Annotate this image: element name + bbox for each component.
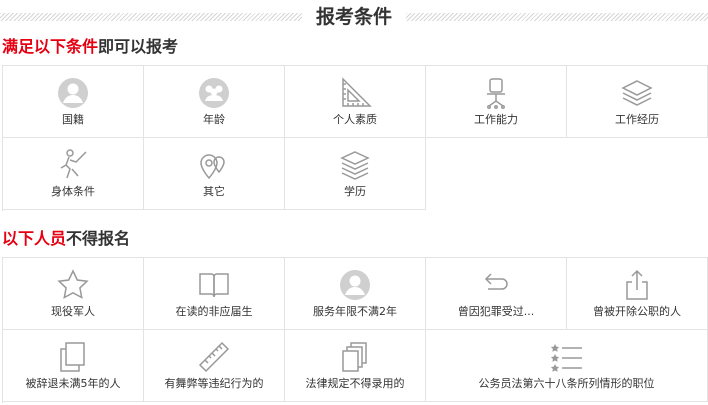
fencing-icon [56, 148, 90, 182]
ineligible-service-under-2-years[interactable]: 服务年限不满2年 [285, 258, 426, 330]
share-upload-icon [620, 268, 654, 302]
condition-education[interactable]: 学历 [285, 138, 426, 210]
copy-pages-icon [56, 340, 90, 374]
ineligible-non-graduating-student[interactable]: 在读的非应届生 [144, 258, 285, 330]
person-circle-icon [56, 76, 90, 110]
person-circle-icon [338, 268, 372, 302]
ruler-icon [197, 340, 231, 374]
section-title-bar: 报考条件 [0, 4, 708, 30]
condition-nationality[interactable]: 国籍 [3, 66, 144, 138]
ineligible-label: 现役军人 [51, 305, 95, 318]
ineligible-legally-barred[interactable]: 法律规定不得录用的 [285, 330, 426, 402]
ineligible-label: 公务员法第六十八条所列情形的职位 [478, 377, 655, 390]
title-decoration-left [0, 13, 302, 21]
ineligible-label: 在读的非应届生 [175, 305, 253, 318]
ineligible-heading-rest: 不得报名 [66, 229, 131, 248]
ineligible-dismissed-under-5-years[interactable]: 被辞退未满5年的人 [3, 330, 144, 402]
ineligible-label: 有舞弊等违纪行为的 [164, 377, 264, 390]
condition-other[interactable]: 其它 [144, 138, 285, 210]
page-title: 报考条件 [315, 6, 392, 28]
condition-label: 身体条件 [51, 185, 95, 198]
documents-icon [338, 340, 372, 374]
eligibility-heading-highlight: 满足以下条件 [2, 37, 99, 56]
condition-personal-quality[interactable]: 个人素质 [285, 66, 426, 138]
condition-label: 年龄 [203, 113, 225, 126]
ineligible-exam-misconduct[interactable]: 有舞弊等违纪行为的 [144, 330, 285, 402]
layers-icon [620, 76, 654, 110]
condition-label: 其它 [203, 185, 225, 198]
ineligible-active-military[interactable]: 现役军人 [3, 258, 144, 330]
condition-label: 个人素质 [333, 113, 377, 126]
condition-label: 工作经历 [615, 113, 659, 126]
condition-work-ability[interactable]: 工作能力 [426, 66, 567, 138]
ruler-triangle-icon [338, 76, 372, 110]
condition-physical[interactable]: 身体条件 [3, 138, 144, 210]
office-chair-icon [479, 76, 513, 110]
ineligible-label: 曾被开除公职的人 [593, 305, 681, 318]
star-icon [56, 268, 90, 302]
open-book-icon [197, 268, 231, 302]
condition-label: 工作能力 [474, 113, 518, 126]
stacked-layers-icon [338, 148, 372, 182]
ineligible-heading: 以下人员不得报名 [2, 228, 130, 250]
condition-work-experience[interactable]: 工作经历 [567, 66, 708, 138]
group-circle-icon [197, 76, 231, 110]
eligibility-grid: 国籍 年龄 个人素质 工作能力 工作经历 身体条件 其它 学历 [2, 65, 708, 211]
ineligible-label: 曾因犯罪受过... [457, 305, 535, 318]
eligibility-heading: 满足以下条件即可以报考 [2, 36, 178, 58]
condition-age[interactable]: 年龄 [144, 66, 285, 138]
ineligible-dismissed-from-office[interactable]: 曾被开除公职的人 [567, 258, 708, 330]
return-arrow-icon [479, 268, 513, 302]
ineligible-grid: 现役军人 在读的非应届生 服务年限不满2年 曾因犯罪受过... 曾被开除公职的人… [2, 257, 708, 403]
ineligible-article-68-positions[interactable]: 公务员法第六十八条所列情形的职位 [426, 330, 708, 402]
location-pins-icon [197, 148, 231, 182]
eligibility-heading-rest: 即可以报考 [98, 37, 179, 56]
ineligible-label: 法律规定不得录用的 [305, 377, 405, 390]
ineligible-label: 服务年限不满2年 [313, 305, 397, 318]
star-list-icon [550, 340, 584, 374]
ineligible-criminal-record[interactable]: 曾因犯罪受过... [426, 258, 567, 330]
condition-label: 国籍 [62, 113, 84, 126]
title-decoration-right [406, 13, 708, 21]
ineligible-heading-highlight: 以下人员 [2, 229, 67, 248]
ineligible-label: 被辞退未满5年的人 [25, 377, 121, 390]
condition-label: 学历 [344, 185, 366, 198]
